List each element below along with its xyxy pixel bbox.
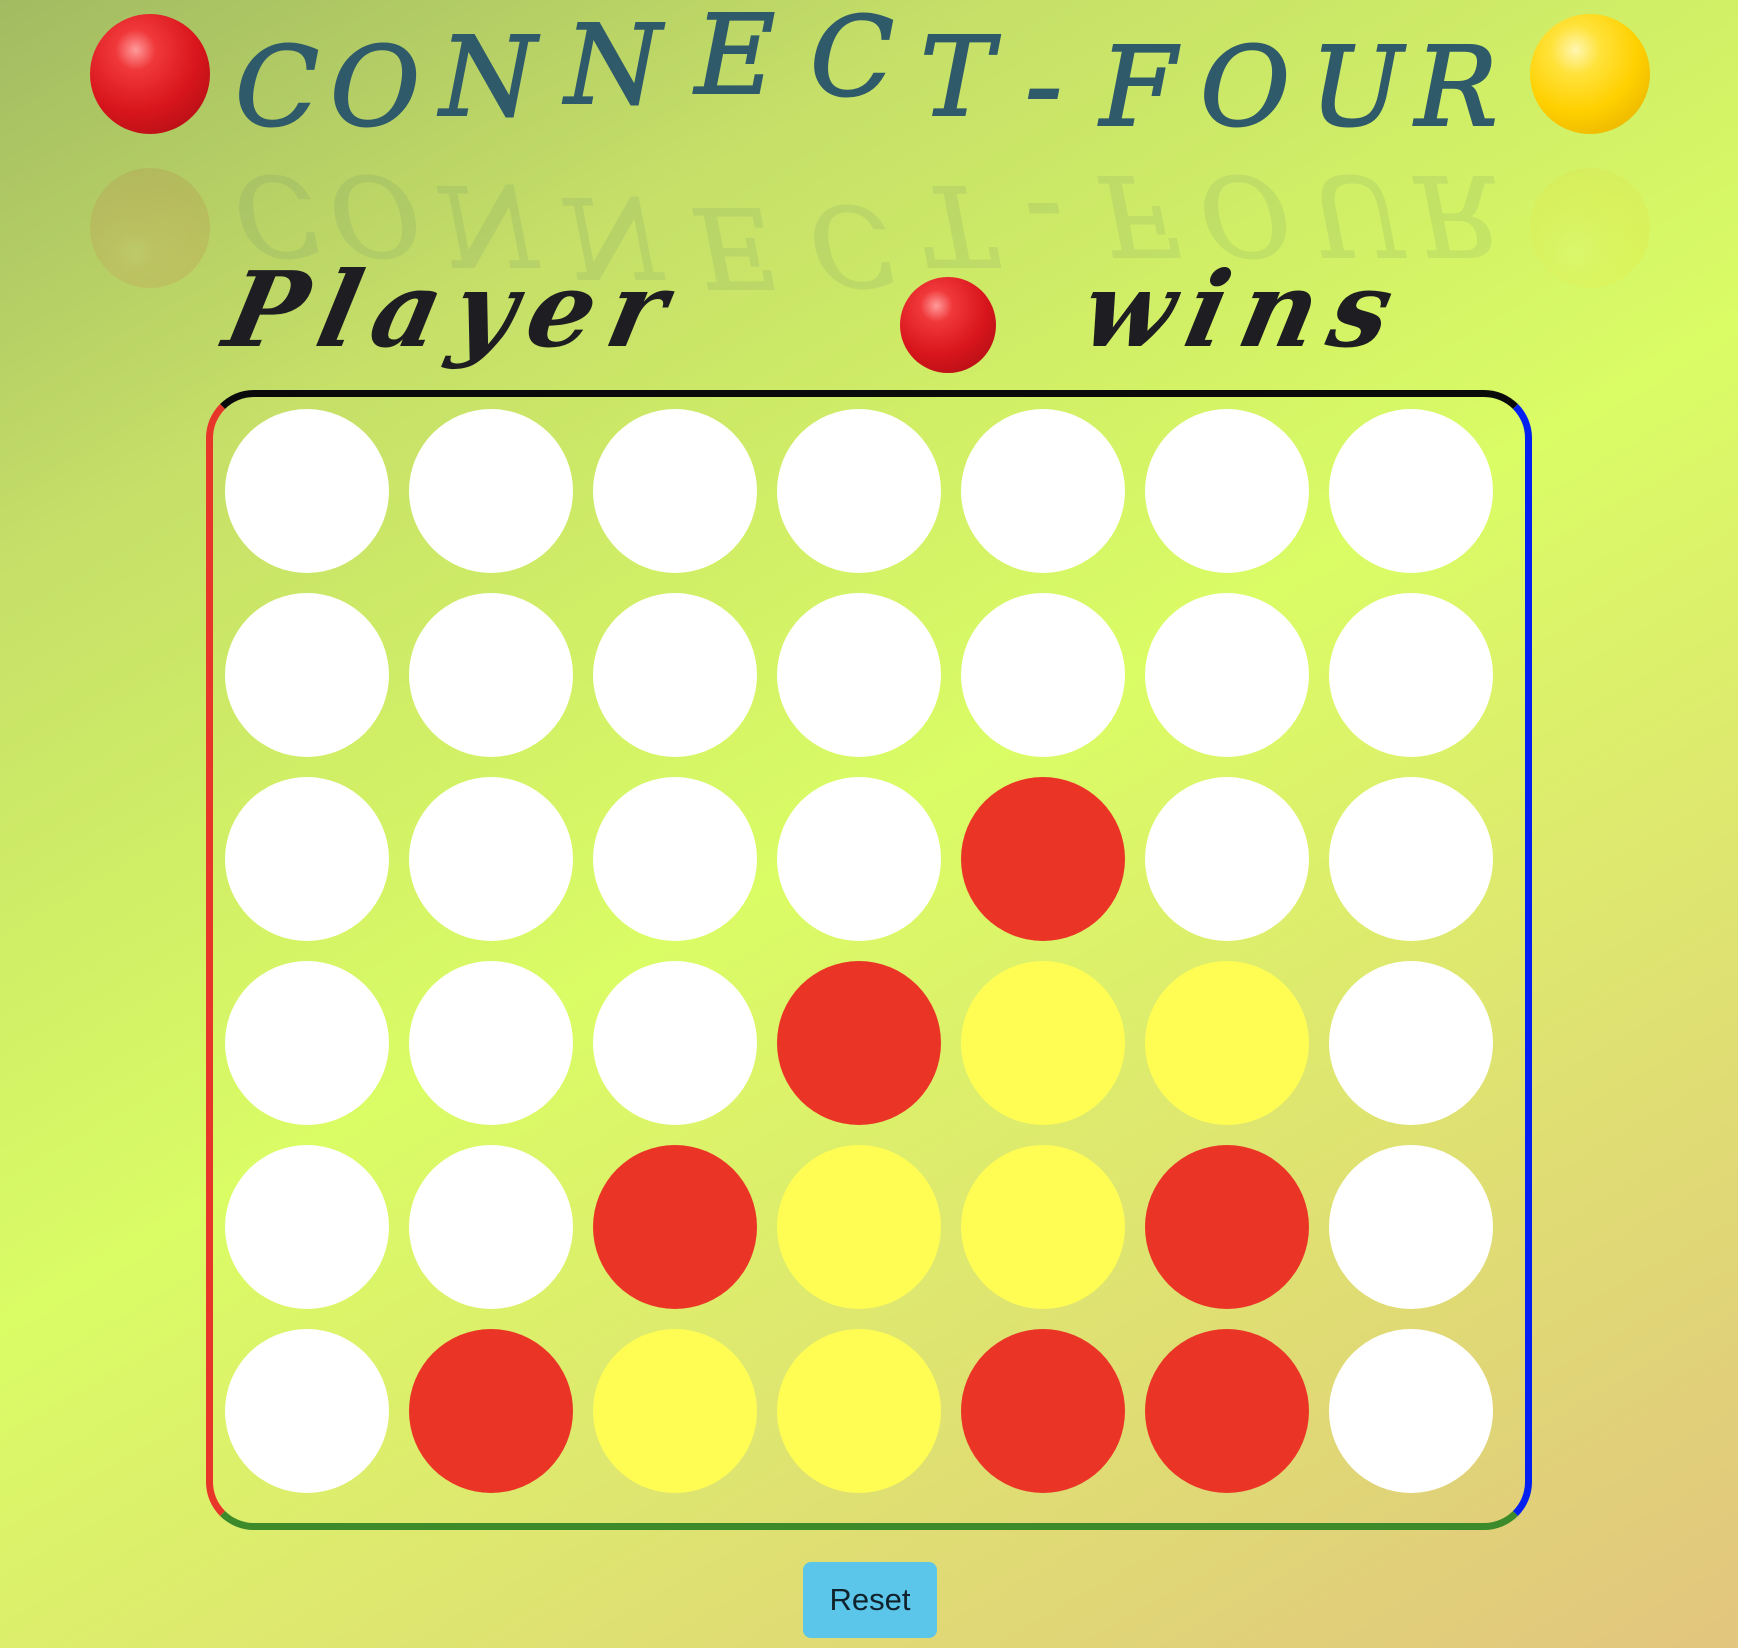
board-cell-empty[interactable] <box>409 961 573 1125</box>
board-cell-empty[interactable] <box>1329 777 1493 941</box>
title-letter: E <box>694 0 776 119</box>
board-cell-empty[interactable] <box>1329 409 1493 573</box>
board-cell-yellow-disc[interactable] <box>777 1329 941 1493</box>
game-status: Player wins <box>215 248 1530 385</box>
status-suffix: wins <box>1071 248 1418 371</box>
title-letter-reflection: R <box>1414 150 1499 280</box>
board-cell-empty[interactable] <box>593 777 757 941</box>
title-letter: U <box>1309 23 1404 151</box>
title-text: C O N N E C T - F O U R <box>234 0 1515 151</box>
board-cell-empty[interactable] <box>1329 1145 1493 1309</box>
red-disc-icon <box>90 14 210 134</box>
board-cell-empty[interactable] <box>593 593 757 757</box>
board-cell-yellow-disc[interactable] <box>961 1145 1125 1309</box>
title-letter: T <box>919 13 994 141</box>
title-letter: C <box>234 23 320 151</box>
yellow-disc-reflection-icon <box>1530 168 1650 288</box>
red-disc-icon <box>900 277 996 373</box>
red-disc-reflection-icon <box>90 168 210 288</box>
game-title: C O N N E C T - F O U R <box>0 0 1738 150</box>
board-cell-empty[interactable] <box>225 961 389 1125</box>
title-letter: N <box>564 1 662 129</box>
board-cell-empty[interactable] <box>777 593 941 757</box>
board-cell-empty[interactable] <box>777 409 941 573</box>
board-cell-empty[interactable] <box>1145 593 1309 757</box>
board-cell-empty[interactable] <box>1329 961 1493 1125</box>
board-cell-empty[interactable] <box>225 1145 389 1309</box>
title-letter: F <box>1099 23 1177 151</box>
board-cell-red-disc[interactable] <box>593 1145 757 1309</box>
board-cell-empty[interactable] <box>409 777 573 941</box>
board-cell-red-disc[interactable] <box>777 961 941 1125</box>
title-letter: C <box>809 0 895 121</box>
title-letter: R <box>1414 23 1499 151</box>
board-cell-empty[interactable] <box>961 593 1125 757</box>
title-letter: O <box>329 23 421 151</box>
board-cell-red-disc[interactable] <box>409 1329 573 1493</box>
board-cell-empty[interactable] <box>961 409 1125 573</box>
title-letter: - <box>1024 21 1063 149</box>
board-cell-empty[interactable] <box>225 409 389 573</box>
board-cell-empty[interactable] <box>225 593 389 757</box>
board-grid <box>225 409 1505 1503</box>
board-cell-empty[interactable] <box>225 1329 389 1493</box>
board-cell-red-disc[interactable] <box>961 777 1125 941</box>
board-cell-empty[interactable] <box>1329 1329 1493 1493</box>
board-cell-empty[interactable] <box>593 961 757 1125</box>
board-cell-empty[interactable] <box>409 593 573 757</box>
reset-button[interactable]: Reset <box>803 1562 937 1638</box>
board-cell-yellow-disc[interactable] <box>777 1145 941 1309</box>
board-cell-empty[interactable] <box>1329 593 1493 757</box>
board-cell-empty[interactable] <box>593 409 757 573</box>
board-cell-empty[interactable] <box>1145 777 1309 941</box>
board-cell-yellow-disc[interactable] <box>1145 961 1309 1125</box>
title-letter: N <box>439 13 537 141</box>
board-cell-yellow-disc[interactable] <box>593 1329 757 1493</box>
board-cell-yellow-disc[interactable] <box>961 961 1125 1125</box>
board-cell-red-disc[interactable] <box>1145 1145 1309 1309</box>
board-cell-red-disc[interactable] <box>1145 1329 1309 1493</box>
title-letter: O <box>1199 23 1291 151</box>
yellow-disc-icon <box>1530 14 1650 134</box>
board-cell-empty[interactable] <box>777 777 941 941</box>
board-cell-empty[interactable] <box>1145 409 1309 573</box>
board-cell-empty[interactable] <box>225 777 389 941</box>
status-prefix: Player <box>214 248 692 371</box>
board-cell-red-disc[interactable] <box>961 1329 1125 1493</box>
board-cell-empty[interactable] <box>409 1145 573 1309</box>
board-cell-empty[interactable] <box>409 409 573 573</box>
